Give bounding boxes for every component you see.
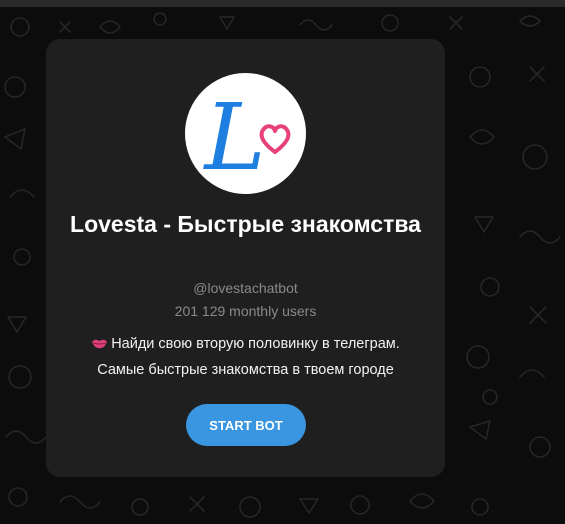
avatar-letter: L [202, 84, 265, 191]
heart-icon [259, 124, 291, 154]
bot-title: Lovesta - Быстрые знакомства [70, 211, 421, 237]
kiss-lips-icon [91, 334, 108, 358]
start-bot-button[interactable]: START BOT [186, 404, 306, 446]
top-bar [0, 0, 565, 7]
bot-username: @lovestachatbot [193, 280, 298, 296]
bot-info-card: L Lovesta - Быстрые знакомства @lovestac… [46, 39, 445, 477]
description-line-1: Найди свою вторую половинку в телеграм. [111, 336, 400, 352]
monthly-users: 201 129 monthly users [174, 303, 317, 319]
description-line-2: Самые быстрые знакомства в твоем городе [97, 362, 394, 378]
bot-description: Найди свою вторую половинку в телеграм. … [60, 332, 431, 382]
bot-avatar: L [185, 73, 306, 194]
